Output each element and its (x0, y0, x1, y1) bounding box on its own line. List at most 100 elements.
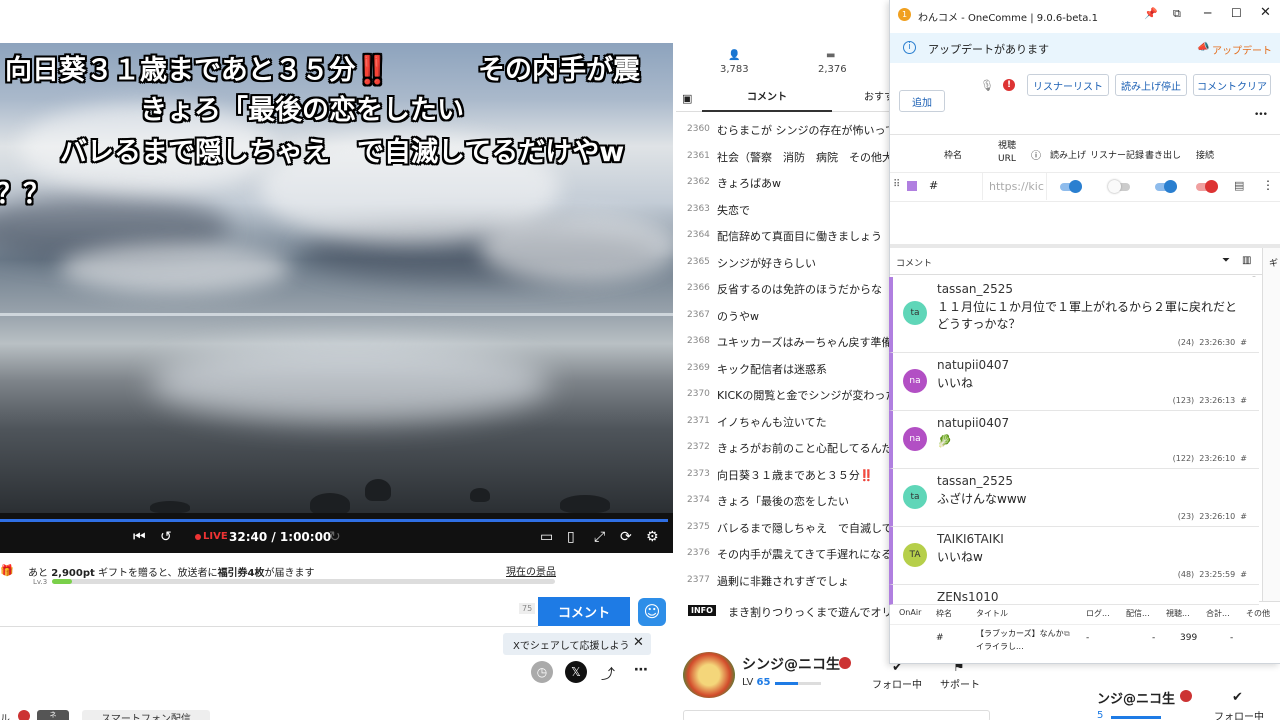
prize-link[interactable]: 現在の景品 (506, 563, 556, 578)
clear-comments-button[interactable]: コメントクリア (1193, 74, 1271, 96)
stream-stats: 👤 3,783 ▬ 2,376 (676, 44, 890, 84)
comment-row[interactable]: 2377 過剰に非難されすぎでしょ (676, 568, 890, 594)
comment-text: きょろばあw (717, 177, 781, 190)
help-icon[interactable]: ⓘ (1031, 147, 1041, 162)
follow-button[interactable]: フォロー中 (1214, 708, 1264, 720)
side-panel-icon[interactable]: ギ (1269, 256, 1278, 269)
forward-10-icon[interactable]: ↻ (329, 529, 341, 545)
reload-icon[interactable]: ⟳ (620, 529, 632, 545)
skip-back-icon[interactable]: ⏮ (133, 529, 146, 545)
comment-meta: (48) 23:25:59 # (1178, 570, 1247, 579)
frame-name[interactable]: # (929, 179, 938, 192)
divider (890, 134, 1280, 135)
comment-row[interactable]: 2365 シンジが好きらしい (676, 250, 890, 276)
theater-mode-icon[interactable]: ▯ (567, 529, 575, 545)
comment-count: (123) (1172, 396, 1195, 405)
tag-badge[interactable]: ネ (37, 710, 69, 720)
pin-icon[interactable]: 📌 (1144, 7, 1158, 20)
comment-row[interactable]: 2361 社会（警察 消防 病院 その他大勢) (676, 144, 890, 170)
columns-icon[interactable]: ▥ (1242, 255, 1251, 266)
clock-icon[interactable]: ◷ (531, 661, 553, 683)
stop-reading-button[interactable]: 読み上げ停止 (1115, 74, 1187, 96)
comment-row[interactable]: 2360 むらまこが シンジの存在が怖いって泣 (676, 117, 890, 143)
reading-icon[interactable]: 🎙 (980, 79, 994, 92)
comment-card[interactable]: na natupii0407 🥬 (122) 23:26:10 # (889, 411, 1259, 469)
comment-card[interactable]: ZENs1010 (889, 585, 1259, 605)
splitter[interactable] (890, 244, 1280, 248)
level-value: 65 (756, 677, 771, 688)
comment-row[interactable]: 2367 のうやw (676, 303, 890, 329)
comment-submit-button[interactable]: コメント (538, 597, 630, 626)
th-total: 合計... (1206, 609, 1230, 618)
fullscreen-icon[interactable]: ⤢ (594, 529, 605, 545)
chat-assist-icon[interactable]: ☺ (638, 598, 666, 626)
comment-toggle-icon[interactable]: ▭ (540, 529, 553, 545)
comment-card[interactable]: TA TAIKI6TAIKI いいねw (48) 23:25:59 # (889, 527, 1259, 585)
comment-card[interactable]: ta tassan_2525 １１月位に１か月位で１軍上がれるから２軍に戻れだとどう… (889, 277, 1259, 353)
comment-row[interactable]: 2373 向日葵３１歳まであと３５分‼️ (676, 462, 890, 488)
tab-comments[interactable]: コメント (702, 86, 832, 112)
comment-row[interactable]: 2369 キック配信者は迷惑系 (676, 356, 890, 382)
comment-row[interactable]: 2374 きょろ「最後の恋をしたい (676, 488, 890, 514)
copy-icon[interactable]: ⧉ (1064, 629, 1070, 639)
more-icon[interactable]: ⋯ (634, 662, 648, 678)
follow-button[interactable]: フォロー中 (872, 676, 922, 691)
danmaku-comment: きょろ「最後の恋をしたい (140, 95, 464, 126)
more-options-icon[interactable]: ••• (1254, 110, 1268, 120)
row-more-icon[interactable]: ⋮ (1262, 178, 1274, 192)
col-frame: 枠名 (944, 151, 963, 161)
comment-filter-icon[interactable]: ▣ (682, 92, 692, 105)
picture-in-picture-icon[interactable]: ⧉ (1173, 7, 1181, 21)
app-logo-icon: 1 (898, 8, 911, 21)
comment-row[interactable]: 2368 ユキッカーズはみーちゃん戻す準備に入 (676, 329, 890, 355)
comment-row[interactable]: 2375 バレるまで隠しちゃえ で自滅してるだ (676, 515, 890, 541)
broadcaster-name-duplicate[interactable]: ンジ@ニコ生 (1097, 688, 1175, 707)
close-window-icon[interactable]: ✕ (1260, 5, 1271, 20)
toggle-listener[interactable] (1108, 180, 1130, 193)
comment-row[interactable]: 2364 配信辞めて真面目に働きましょう あな (676, 223, 890, 249)
comment-row[interactable]: 2376 その内手が震えてきて手遅れになる (676, 541, 890, 567)
comment-number: 2368 (687, 336, 710, 346)
seek-bar[interactable] (0, 519, 668, 522)
comment-text: 配信辞めて真面目に働きましょう あな (717, 230, 890, 243)
drag-handle-icon[interactable]: ⠿ (893, 179, 900, 190)
rewind-10-icon[interactable]: ↺ (160, 529, 172, 545)
x-share-icon[interactable]: 𝕏 (565, 661, 587, 683)
comment-row[interactable]: 2362 きょろばあw (676, 170, 890, 196)
tag-smartphone[interactable]: スマートフォン配信 (82, 710, 210, 720)
filter-icon[interactable]: ⏷ (1222, 255, 1230, 266)
broadcaster-name[interactable]: シンジ@ニコ生 (742, 654, 840, 674)
update-button[interactable]: アップデート (1212, 42, 1272, 57)
danmaku-comment: 向日葵３１歳まであと３５分‼️ (5, 55, 390, 86)
comment-settings-icon[interactable]: ▤ (1234, 179, 1244, 192)
url-field[interactable]: https://kic (982, 173, 1047, 200)
maximize-icon[interactable]: ☐ (1231, 6, 1242, 20)
support-button[interactable]: サポート (940, 676, 980, 691)
alert-icon[interactable]: ! (1003, 79, 1015, 91)
comment-card[interactable]: ta tassan_2525 ふざけんなwww (23) 23:26:10 # (889, 469, 1259, 527)
broadcaster-avatar[interactable] (683, 652, 735, 698)
toggle-export[interactable] (1155, 180, 1177, 193)
th-title: タイトル (976, 609, 1008, 618)
comment-row[interactable]: 2370 KICKの閲覧と金でシンジが変わったっ (676, 382, 890, 408)
gift-ticket: 福引券4枚 (217, 568, 265, 579)
session-table-row[interactable]: # 【ラブッカーズ】なんかイライラし... ⧉ - - 399 - (890, 625, 1280, 655)
share-icon[interactable]: ⤴ (601, 664, 615, 684)
comment-body: ふざけんなwww (937, 492, 1027, 506)
comment-card[interactable]: na natupii0407 いいね (123) 23:26:13 # (889, 353, 1259, 411)
frame-color-swatch[interactable] (907, 181, 917, 191)
minimize-icon[interactable]: ─ (1204, 6, 1211, 20)
toggle-connect[interactable] (1196, 180, 1218, 193)
comment-row[interactable]: 2371 イノちゃんも泣いてた (676, 409, 890, 435)
comment-row[interactable]: 2372 きょろがお前のこと心配してるんだぞ (676, 435, 890, 461)
listener-list-button[interactable]: リスナーリスト (1027, 74, 1109, 96)
comment-username: natupii0407 (937, 358, 1010, 372)
close-icon[interactable]: ✕ (633, 635, 644, 650)
comment-row[interactable]: 2366 反省するのは免許のほうだからな (676, 276, 890, 302)
settings-gear-icon[interactable]: ⚙ (646, 529, 659, 545)
toggle-reading[interactable] (1060, 180, 1082, 193)
comment-row[interactable]: 2363 失恋で (676, 197, 890, 223)
add-frame-button[interactable]: 追加 (899, 90, 945, 112)
comment-input[interactable] (0, 597, 538, 627)
comment-text: その内手が震えてきて手遅れになる (717, 548, 890, 561)
